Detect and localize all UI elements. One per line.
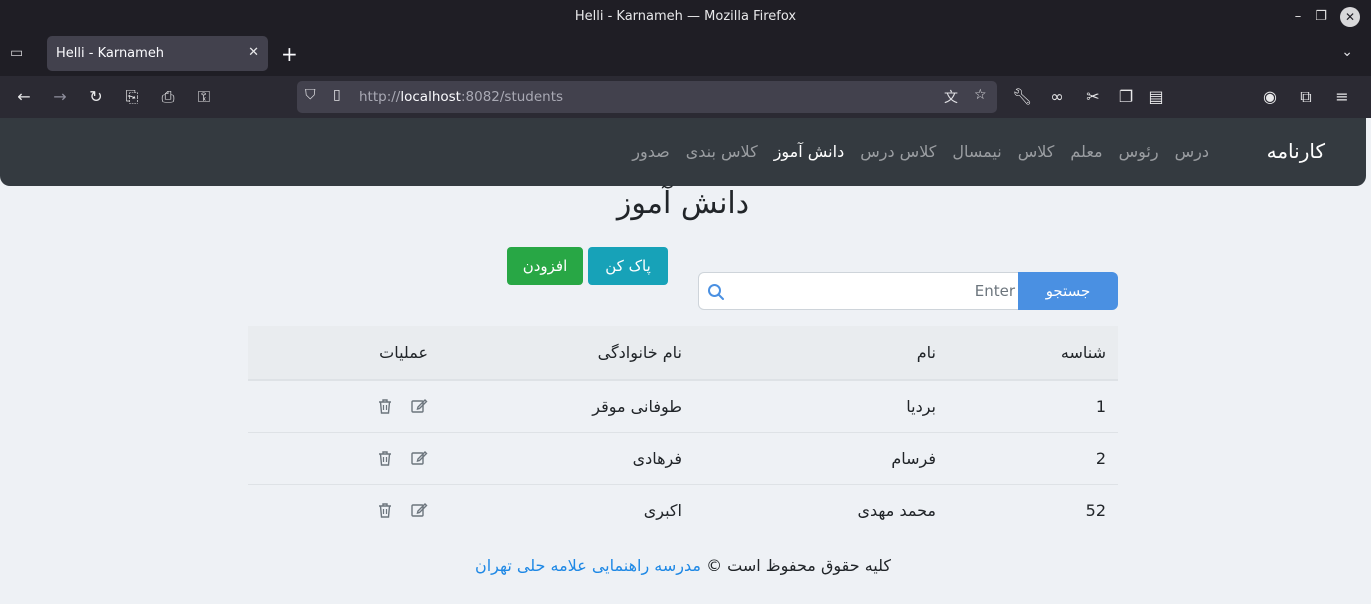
url-text[interactable]: http://localhost:8082/students xyxy=(359,89,563,105)
minimize-icon[interactable]: – xyxy=(1288,7,1308,27)
site-menu: درس رئوس معلم کلاس نیمسال کلاس درس دانش … xyxy=(632,142,1209,161)
menu-item-class[interactable]: کلاس xyxy=(1018,142,1055,161)
trash-icon[interactable] xyxy=(376,449,394,467)
address-bar[interactable]: ⛉ ▯ http://localhost:8082/students 文 ☆ xyxy=(297,81,997,113)
table-header-row: شناسه نام نام خانوادگی عملیات xyxy=(248,326,1118,381)
cell-family: اکبری xyxy=(643,500,682,520)
trash-icon[interactable] xyxy=(376,501,394,519)
header-name[interactable]: نام xyxy=(694,326,948,381)
url-path: :8082/students xyxy=(460,89,564,105)
cut-icon[interactable]: ✂ xyxy=(1083,87,1103,107)
tab-close-icon[interactable]: ✕ xyxy=(248,45,259,60)
close-window-icon[interactable]: ✕ xyxy=(1340,7,1360,27)
trash-icon[interactable] xyxy=(376,397,394,415)
back-icon[interactable]: ← xyxy=(14,87,34,107)
tab-strip: ▭ Helli - Karnameh ✕ + ⌄ xyxy=(0,34,1371,76)
cell-operations xyxy=(248,432,440,484)
extensions-icon[interactable]: ⧉ xyxy=(1296,87,1316,107)
account-icon[interactable]: ◉ xyxy=(1260,87,1280,107)
devtools-wrench-icon[interactable]: 🔧︎ xyxy=(1012,87,1032,107)
new-tab-icon[interactable]: + xyxy=(281,42,298,66)
list-tabs-icon[interactable]: ⌄ xyxy=(1341,44,1353,60)
menu-item-topics[interactable]: رئوس xyxy=(1119,142,1159,161)
browser-toolbar: ← → ↻ ⎘ ⎙ ⚿ ⛉ ▯ http://localhost:8082/st… xyxy=(0,76,1371,118)
footer-text: کلیه حقوق محفوظ است © xyxy=(706,556,892,575)
cell-name: بردیا xyxy=(906,396,936,416)
cell-family: طوفانی موقر xyxy=(592,396,682,416)
page-info-icon[interactable]: ▯ xyxy=(333,87,341,103)
cell-name: فرسام xyxy=(891,448,936,468)
cell-id: 2 xyxy=(1095,448,1106,468)
page-title: دانش آموز xyxy=(616,186,750,221)
menu-item-teacher[interactable]: معلم xyxy=(1070,142,1102,161)
maximize-icon[interactable]: ❐ xyxy=(1311,7,1331,27)
search-button[interactable]: جستجو xyxy=(1018,272,1118,310)
edit-icon[interactable] xyxy=(410,449,428,467)
search-icon xyxy=(708,284,724,300)
table-row: 1 بردیا طوفانی موقر xyxy=(248,380,1118,432)
clear-button[interactable]: پاک کن xyxy=(588,247,668,285)
print-icon[interactable]: ⎙ xyxy=(158,87,178,107)
bookmark-star-icon[interactable]: ☆ xyxy=(974,87,987,103)
menu-item-course-class[interactable]: کلاس درس xyxy=(860,142,936,161)
window-title: Helli - Karnameh — Mozilla Firefox xyxy=(574,9,797,24)
menu-item-class-assignment[interactable]: کلاس بندی xyxy=(686,142,758,161)
footer-school-link[interactable]: مدرسه راهنمایی علامه حلی تهران xyxy=(475,556,701,575)
menu-item-semester[interactable]: نیمسال xyxy=(952,142,1001,161)
cell-id: 1 xyxy=(1095,396,1106,416)
cell-name: محمد مهدی xyxy=(857,500,937,520)
tab-title: Helli - Karnameh xyxy=(56,46,165,61)
header-id[interactable]: شناسه xyxy=(948,326,1118,381)
menu-icon[interactable]: ≡ xyxy=(1332,87,1352,107)
header-family[interactable]: نام خانوادگی xyxy=(440,326,694,381)
shield-icon[interactable]: ⛉ xyxy=(305,87,316,103)
search-group: Enter جستجو xyxy=(698,272,1118,310)
edit-icon[interactable] xyxy=(410,501,428,519)
firefox-view-icon[interactable]: ▭ xyxy=(10,45,28,61)
menu-item-student[interactable]: دانش آموز xyxy=(774,142,845,161)
url-host: localhost xyxy=(400,89,461,105)
table-row: 2 فرسام فرهادی xyxy=(248,432,1118,484)
students-table: شناسه نام نام خانوادگی عملیات 1 بردیا طو… xyxy=(248,326,1118,536)
site-brand[interactable]: کارنامه xyxy=(1267,139,1325,163)
header-operations: عملیات xyxy=(248,326,440,381)
private-mask-icon[interactable]: ∞ xyxy=(1047,87,1067,107)
add-button[interactable]: افزودن xyxy=(507,247,583,285)
url-scheme: http:// xyxy=(359,89,401,105)
site-navbar: کارنامه درس رئوس معلم کلاس نیمسال کلاس د… xyxy=(0,118,1366,186)
forward-icon[interactable]: → xyxy=(50,87,70,107)
page-footer: کلیه حقوق محفوظ است © مدرسه راهنمایی علا… xyxy=(0,556,1366,575)
translate-icon[interactable]: 文 xyxy=(944,87,958,107)
search-input[interactable]: Enter xyxy=(698,272,1020,310)
page-content: کارنامه درس رئوس معلم کلاس نیمسال کلاس د… xyxy=(0,118,1371,604)
cell-operations xyxy=(248,484,440,536)
menu-item-issue[interactable]: صدور xyxy=(632,142,669,161)
copy-icon[interactable]: ❐ xyxy=(1116,87,1136,107)
paste-icon[interactable]: ▤ xyxy=(1146,87,1166,107)
reload-icon[interactable]: ↻ xyxy=(86,87,106,107)
window-titlebar: Helli - Karnameh — Mozilla Firefox – ❐ ✕ xyxy=(0,0,1371,34)
cell-family: فرهادی xyxy=(632,448,682,468)
cell-id: 52 xyxy=(1085,500,1106,520)
save-page-icon[interactable]: ⎘ xyxy=(122,87,142,107)
table-row: 52 محمد مهدی اکبری xyxy=(248,484,1118,536)
menu-item-course[interactable]: درس xyxy=(1175,142,1209,161)
tab-helli-karnameh[interactable]: Helli - Karnameh ✕ xyxy=(47,36,268,71)
search-placeholder: Enter xyxy=(974,282,1015,300)
cell-operations xyxy=(248,380,440,432)
edit-icon[interactable] xyxy=(410,397,428,415)
passwords-icon[interactable]: ⚿ xyxy=(194,87,214,107)
